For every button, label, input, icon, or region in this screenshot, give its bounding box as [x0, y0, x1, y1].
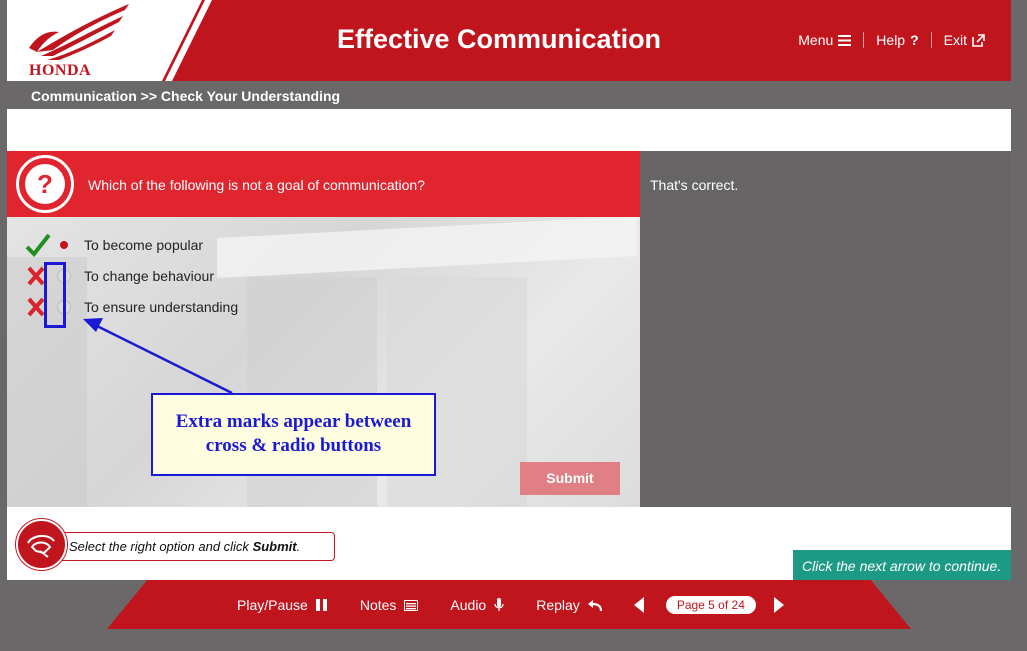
annotation-highlight-box — [44, 262, 66, 328]
callout-line-1: Extra marks appear between — [175, 411, 412, 432]
footer-nav: Play/Pause Notes Audio Replay Page 5 of … — [237, 596, 784, 614]
annotation-callout: Extra marks appear between cross & radio… — [151, 393, 436, 476]
continue-hint: Click the next arrow to continue. — [793, 550, 1011, 580]
pause-icon — [315, 599, 327, 611]
play-pause-label: Play/Pause — [237, 597, 308, 613]
course-frame: HONDA Effective Communication Menu Help … — [7, 0, 1011, 651]
help-label: Help — [876, 32, 906, 48]
question-icon: ? — [910, 32, 919, 48]
replay-icon — [587, 599, 602, 611]
header: HONDA Effective Communication Menu Help … — [7, 0, 1011, 81]
radio-button[interactable] — [57, 238, 71, 252]
menu-label: Menu — [798, 32, 834, 48]
course-title: Effective Communication — [337, 24, 662, 54]
option-1[interactable]: To become popular — [7, 233, 407, 257]
notes-icon — [404, 599, 419, 611]
external-link-icon — [972, 33, 985, 47]
microphone-icon — [494, 598, 504, 611]
play-pause-button[interactable]: Play/Pause — [237, 597, 328, 613]
notes-button[interactable]: Notes — [360, 597, 419, 613]
option-label: To change behaviour — [84, 268, 214, 284]
hamburger-icon — [838, 34, 852, 46]
replay-button[interactable]: Replay — [536, 597, 602, 613]
honda-logo-text: HONDA — [29, 62, 92, 79]
audio-button[interactable]: Audio — [450, 597, 504, 613]
next-page-arrow-icon[interactable] — [773, 597, 784, 613]
exit-button[interactable]: Exit — [932, 32, 997, 48]
menu-button[interactable]: Menu — [786, 32, 863, 48]
exit-label: Exit — [943, 32, 967, 48]
help-button[interactable]: Help ? — [864, 32, 930, 48]
checkmark-icon — [25, 233, 51, 257]
instruction-icon — [16, 519, 67, 570]
instruction-bold: Submit — [252, 539, 297, 554]
option-3[interactable]: To ensure understanding — [7, 295, 407, 319]
breadcrumb: Communication >> Check Your Understandin… — [7, 81, 1011, 109]
option-label: To ensure understanding — [84, 299, 239, 315]
submit-button[interactable]: Submit — [520, 462, 620, 495]
feedback-text: That's correct. — [650, 177, 739, 193]
instruction-text: Select the right option and click — [69, 539, 253, 554]
option-label: To become popular — [84, 237, 204, 253]
feedback-panel: That's correct. — [640, 151, 1011, 507]
question-text: Which of the following is not a goal of … — [88, 177, 425, 193]
callout-line-2: cross & radio buttons — [205, 435, 382, 456]
honda-logo: HONDA — [7, 0, 217, 81]
top-nav: Menu Help ? Exit — [786, 32, 997, 48]
notes-label: Notes — [359, 597, 397, 613]
question-bar: ? Which of the following is not a goal o… — [7, 151, 640, 217]
instruction-suffix: . — [296, 539, 301, 554]
replay-label: Replay — [536, 597, 580, 613]
option-2[interactable]: To change behaviour — [7, 264, 407, 288]
page-indicator: Page 5 of 24 — [665, 596, 756, 614]
previous-page-arrow-icon[interactable] — [633, 597, 644, 613]
question-bubble-icon: ? — [16, 155, 74, 213]
audio-label: Audio — [450, 597, 487, 613]
instruction-box: Select the right option and click Submit… — [49, 532, 335, 561]
